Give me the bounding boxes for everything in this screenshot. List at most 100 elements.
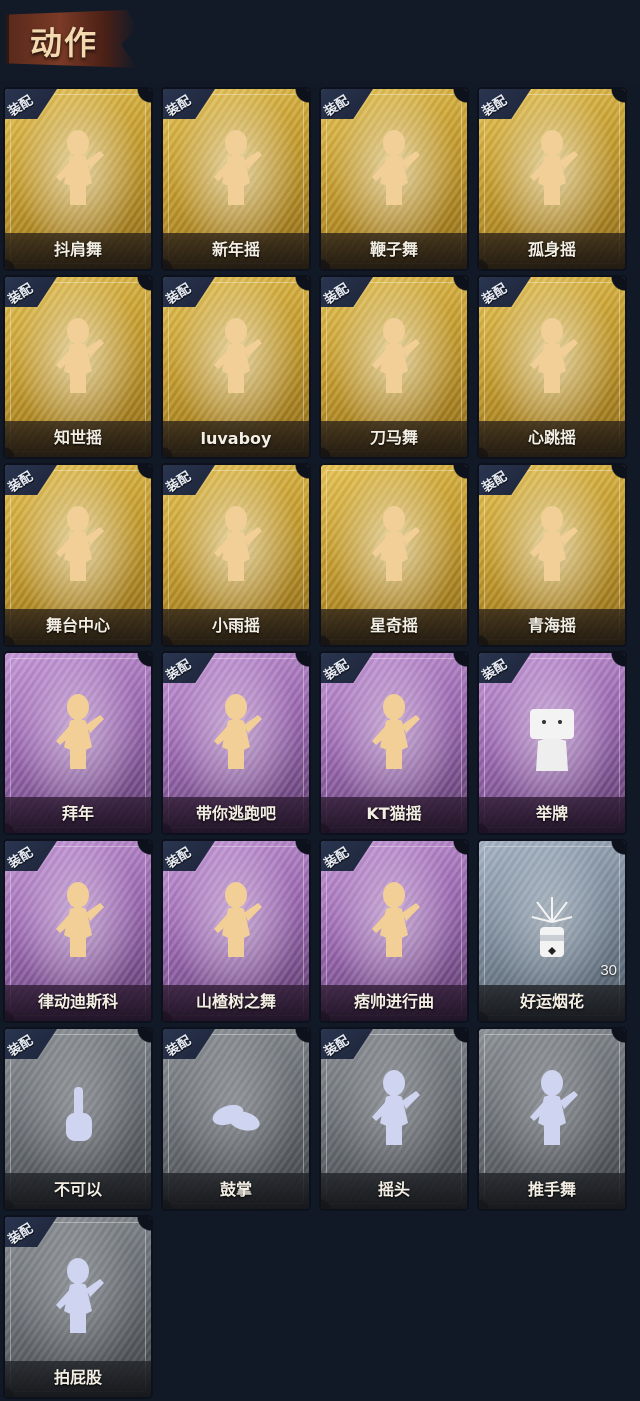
emote-card[interactable]: 鞭子舞 装配	[321, 89, 467, 269]
card-notch	[287, 1029, 309, 1051]
emote-card[interactable]: 刀马舞 装配	[321, 277, 467, 457]
emote-name: 鼓掌	[219, 1180, 252, 1199]
emote-name: 摇头	[377, 1180, 410, 1199]
emote-card[interactable]: KT猫摇 装配	[321, 653, 467, 833]
emote-name: KT猫摇	[366, 804, 422, 823]
emote-name: 拍屁股	[53, 1368, 102, 1387]
emote-card[interactable]: 抖肩舞 装配	[5, 89, 151, 269]
dancer-icon	[48, 313, 108, 403]
card-notch	[287, 89, 309, 111]
dancer-icon	[364, 689, 424, 779]
emote-name: luvaboy	[200, 429, 272, 448]
emote-card[interactable]: 孤身摇 装配	[479, 89, 625, 269]
card-notch	[603, 89, 625, 111]
card-notch	[445, 277, 467, 299]
item-count: 30	[600, 962, 617, 979]
card-notch	[129, 465, 151, 487]
bow-figure-icon	[48, 689, 108, 779]
emote-card[interactable]: 心跳摇 装配	[479, 277, 625, 457]
card-notch	[603, 277, 625, 299]
emote-name: 鞭子舞	[369, 240, 418, 259]
emote-card[interactable]: 律动迪斯科 装配	[5, 841, 151, 1021]
card-notch	[603, 653, 625, 675]
emote-card[interactable]: 青海摇 装配	[479, 465, 625, 645]
dancer-icon	[206, 689, 266, 779]
card-notch	[287, 653, 309, 675]
emote-name: 孤身摇	[527, 240, 576, 259]
dancer-icon	[364, 125, 424, 215]
emote-card[interactable]: 举牌 装配	[479, 653, 625, 833]
emote-card[interactable]: 拍屁股 装配	[5, 1217, 151, 1397]
emote-name: 不可以	[53, 1180, 102, 1199]
card-notch	[445, 841, 467, 863]
emote-name: 青海摇	[527, 616, 576, 635]
card-notch	[129, 1217, 151, 1239]
emote-name: 星奇摇	[369, 616, 418, 635]
emote-name: 痞帅进行曲	[353, 992, 434, 1011]
emote-card[interactable]: 不可以 装配	[5, 1029, 151, 1209]
emote-card[interactable]: 推手舞	[479, 1029, 625, 1209]
sign-holder-icon	[522, 689, 582, 779]
header: 动作	[0, 0, 640, 82]
dancer-icon	[48, 1253, 108, 1343]
emote-name: 新年摇	[211, 240, 260, 259]
dancer-icon	[48, 501, 108, 591]
emote-name: 拜年	[61, 804, 94, 823]
dancer-icon	[522, 125, 582, 215]
card-notch	[603, 465, 625, 487]
emote-card[interactable]: 新年摇 装配	[163, 89, 309, 269]
card-notch	[603, 1029, 625, 1051]
card-notch	[445, 653, 467, 675]
dancer-icon	[48, 877, 108, 967]
emote-card[interactable]: 星奇摇	[321, 465, 467, 645]
dancer-icon	[48, 125, 108, 215]
clapping-hands-icon	[206, 1065, 266, 1155]
emote-name: 推手舞	[527, 1180, 576, 1199]
emote-name: 刀马舞	[369, 428, 418, 447]
emote-name: 律动迪斯科	[37, 992, 118, 1011]
emote-card[interactable]: 摇头 装配	[321, 1029, 467, 1209]
emote-card[interactable]: 痞帅进行曲 装配	[321, 841, 467, 1021]
dancer-icon	[522, 501, 582, 591]
dancer-icon	[364, 313, 424, 403]
finger-wag-icon	[48, 1065, 108, 1155]
emote-name: 带你逃跑吧	[195, 804, 276, 823]
emote-name: 舞台中心	[45, 616, 110, 635]
emote-name: 抖肩舞	[53, 240, 102, 259]
emote-card[interactable]: 带你逃跑吧 装配	[163, 653, 309, 833]
emote-card[interactable]: 知世摇 装配	[5, 277, 151, 457]
emote-card[interactable]: 拜年	[5, 653, 151, 833]
dancer-icon	[522, 313, 582, 403]
card-notch	[445, 465, 467, 487]
dancer-icon	[206, 501, 266, 591]
emote-name: 好运烟花	[519, 992, 584, 1011]
card-notch	[287, 841, 309, 863]
emote-card[interactable]: luvaboy 装配	[163, 277, 309, 457]
dancer-icon	[206, 877, 266, 967]
emote-card[interactable]: 好运烟花 30	[479, 841, 625, 1021]
emote-name: 山楂树之舞	[195, 992, 276, 1011]
dancer-icon	[364, 1065, 424, 1155]
card-notch	[603, 841, 625, 863]
card-notch	[445, 1029, 467, 1051]
dancer-icon	[364, 877, 424, 967]
emote-card[interactable]: 鼓掌 装配	[163, 1029, 309, 1209]
dancer-icon	[206, 125, 266, 215]
card-notch	[287, 277, 309, 299]
emote-card[interactable]: 舞台中心 装配	[5, 465, 151, 645]
card-notch	[287, 465, 309, 487]
firework-can-icon	[522, 877, 582, 967]
dancer-icon	[206, 313, 266, 403]
emote-card[interactable]: 山楂树之舞 装配	[163, 841, 309, 1021]
card-notch	[129, 841, 151, 863]
emote-card[interactable]: 小雨摇 装配	[163, 465, 309, 645]
dancer-icon	[522, 1065, 582, 1155]
emote-name: 举牌	[535, 804, 568, 823]
dancer-icon	[364, 501, 424, 591]
card-notch	[129, 277, 151, 299]
card-notch	[129, 1029, 151, 1051]
page-title: 动作	[30, 24, 99, 62]
emote-name: 心跳摇	[527, 428, 576, 447]
card-notch	[129, 89, 151, 111]
emote-name: 知世摇	[53, 428, 102, 447]
